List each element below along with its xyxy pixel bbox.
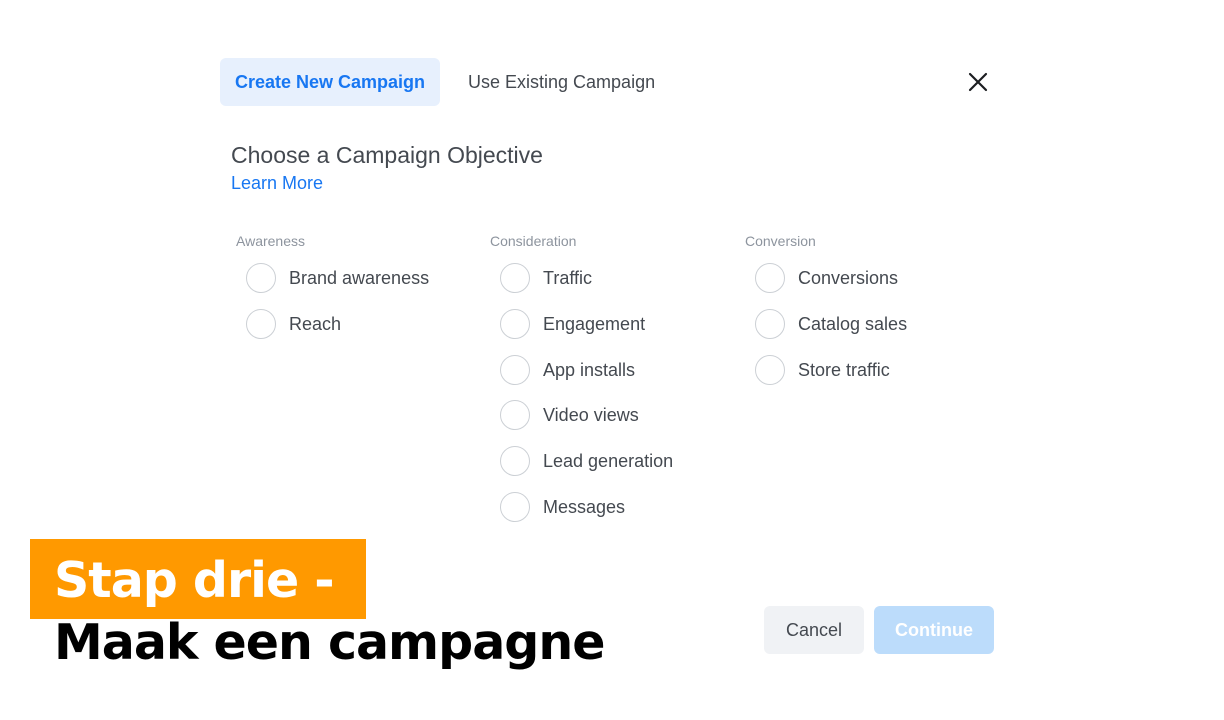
- column-title-awareness: Awareness: [236, 233, 306, 249]
- option-reach[interactable]: Reach: [246, 307, 341, 341]
- caption-step-subtitle: Maak een campagne: [54, 614, 605, 671]
- radio-button[interactable]: [755, 263, 785, 293]
- option-label: Video views: [543, 404, 639, 425]
- option-app-installs[interactable]: App installs: [500, 353, 635, 387]
- option-label: Messages: [543, 496, 626, 517]
- option-video-views[interactable]: Video views: [500, 398, 639, 432]
- column-title-consideration: Consideration: [490, 233, 577, 249]
- option-catalog-sales[interactable]: Catalog sales: [755, 307, 907, 341]
- option-label: Brand awareness: [289, 267, 430, 288]
- radio-button[interactable]: [246, 309, 276, 339]
- tab-create-new-campaign[interactable]: Create New Campaign: [220, 58, 440, 106]
- option-label: App installs: [543, 359, 636, 380]
- page-title: Choose a Campaign Objective: [231, 142, 543, 168]
- option-conversions[interactable]: Conversions: [755, 261, 898, 295]
- option-label: Catalog sales: [798, 313, 908, 334]
- option-lead-generation[interactable]: Lead generation: [500, 444, 673, 478]
- option-label: Conversions: [798, 267, 899, 288]
- cancel-button[interactable]: Cancel: [764, 606, 864, 654]
- caption-step-title: Stap drie -: [54, 552, 335, 609]
- radio-button[interactable]: [500, 446, 530, 476]
- option-brand-awareness[interactable]: Brand awareness: [246, 261, 429, 295]
- close-button[interactable]: [962, 66, 994, 98]
- option-store-traffic[interactable]: Store traffic: [755, 353, 890, 387]
- radio-button[interactable]: [755, 309, 785, 339]
- option-label: Reach: [289, 313, 342, 334]
- option-traffic[interactable]: Traffic: [500, 261, 592, 295]
- continue-button[interactable]: Continue: [874, 606, 994, 654]
- learn-more-link[interactable]: Learn More: [231, 173, 323, 194]
- option-label: Lead generation: [543, 450, 674, 471]
- radio-button[interactable]: [246, 263, 276, 293]
- column-title-conversion: Conversion: [745, 233, 816, 249]
- option-engagement[interactable]: Engagement: [500, 307, 645, 341]
- option-label: Traffic: [543, 267, 593, 288]
- radio-button[interactable]: [500, 400, 530, 430]
- radio-button[interactable]: [500, 355, 530, 385]
- option-label: Store traffic: [798, 359, 890, 380]
- radio-button[interactable]: [755, 355, 785, 385]
- tab-use-existing-campaign[interactable]: Use Existing Campaign: [458, 58, 665, 106]
- close-icon: [968, 72, 988, 92]
- option-messages[interactable]: Messages: [500, 490, 625, 524]
- radio-button[interactable]: [500, 492, 530, 522]
- option-label: Engagement: [543, 313, 646, 334]
- radio-button[interactable]: [500, 263, 530, 293]
- radio-button[interactable]: [500, 309, 530, 339]
